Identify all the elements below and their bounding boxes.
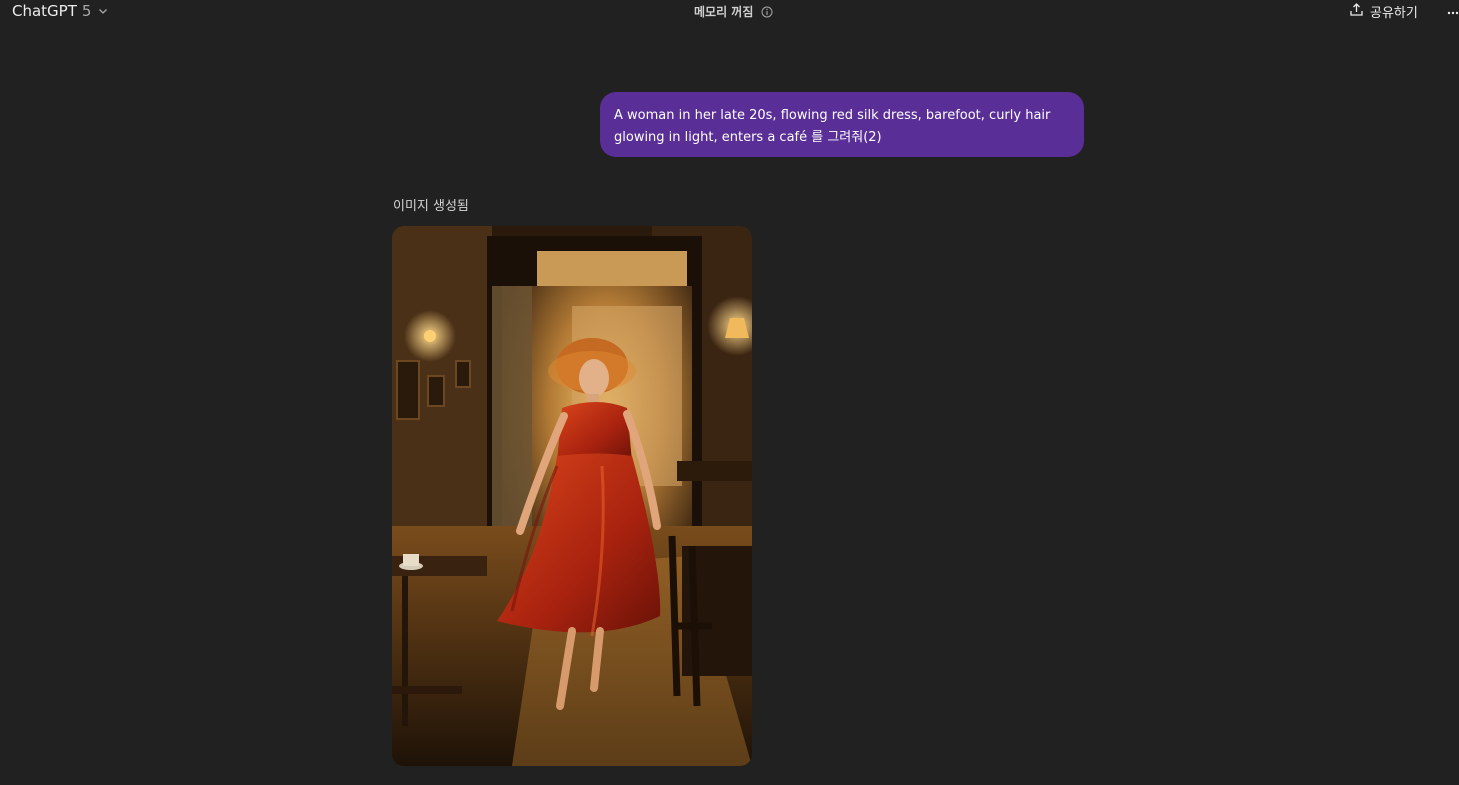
image-generated-label: 이미지 생성됨 bbox=[393, 199, 469, 214]
generated-image[interactable] bbox=[392, 226, 752, 766]
top-bar: ChatGPT 5 메모리 꺼짐 공유하기 bbox=[0, 0, 1459, 24]
memory-status[interactable]: 메모리 꺼짐 bbox=[694, 3, 773, 20]
model-version: 5 bbox=[81, 2, 92, 20]
share-button[interactable]: 공유하기 bbox=[1349, 2, 1418, 21]
info-icon[interactable] bbox=[761, 6, 773, 18]
more-options-button[interactable] bbox=[1447, 2, 1459, 18]
model-name: ChatGPT bbox=[12, 2, 77, 20]
user-message-text: A woman in her late 20s, flowing red sil… bbox=[614, 108, 1051, 145]
share-label: 공유하기 bbox=[1370, 6, 1418, 21]
upload-icon bbox=[1349, 2, 1364, 21]
model-switcher[interactable]: ChatGPT 5 bbox=[12, 2, 108, 20]
chevron-down-icon bbox=[96, 2, 108, 20]
memory-status-label: 메모리 꺼짐 bbox=[694, 5, 754, 19]
user-message-bubble: A woman in her late 20s, flowing red sil… bbox=[600, 92, 1084, 157]
ellipsis-icon bbox=[1447, 1, 1459, 20]
